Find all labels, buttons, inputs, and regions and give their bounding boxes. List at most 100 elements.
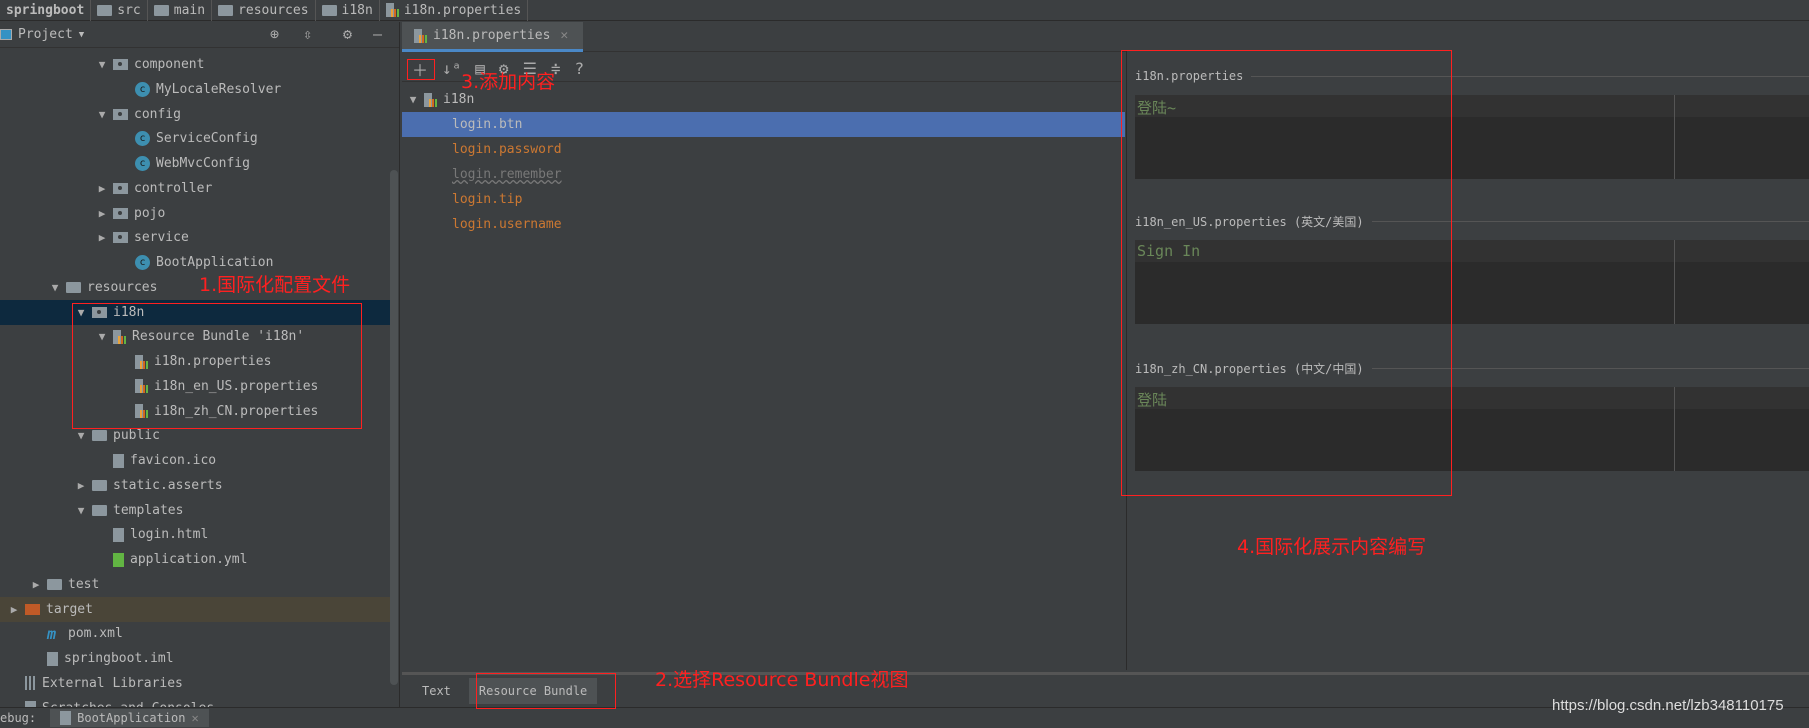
project-title[interactable]: Project	[18, 27, 73, 42]
collapsed-arrow-icon[interactable]: ▶	[95, 207, 109, 220]
tree-item[interactable]: m pom.xml	[0, 621, 392, 646]
annotation-box-files	[72, 303, 362, 429]
column-divider	[1674, 240, 1675, 324]
expanded-arrow-icon[interactable]: ▼	[48, 281, 62, 294]
file-icon	[47, 651, 58, 666]
tree-item-label: public	[113, 428, 160, 444]
debug-tab[interactable]: BootApplication ✕	[50, 709, 209, 727]
tree-item-label: BootApplication	[156, 255, 274, 270]
close-icon[interactable]: ✕	[192, 711, 199, 725]
properties-icon	[414, 28, 427, 43]
tree-item-label: static.asserts	[113, 477, 223, 493]
collapse-icon[interactable]: ⇳	[303, 25, 312, 43]
tree-item[interactable]: c ServiceConfig	[0, 126, 392, 151]
tree-item[interactable]: springboot.iml	[0, 646, 392, 671]
resources-folder-icon	[66, 281, 81, 293]
locate-icon[interactable]: ⊕	[270, 25, 279, 43]
debug-label: ebug:	[0, 711, 37, 725]
breadcrumb-item[interactable]: i18n.properties	[380, 0, 529, 21]
breadcrumb-item[interactable]: i18n	[316, 0, 380, 21]
tree-item[interactable]: ▶ service	[0, 225, 392, 250]
tree-item-label: test	[68, 576, 100, 592]
folder-icon	[321, 4, 337, 16]
tree-item[interactable]: application.yml	[0, 547, 392, 572]
tree-item[interactable]: ▼ templates	[0, 498, 392, 523]
tree-item[interactable]: ▼ config	[0, 102, 392, 127]
breadcrumb-label: i18n	[341, 2, 373, 18]
sort-alpha-icon[interactable]: ↓ᵃ	[442, 59, 461, 78]
bundle-key-list: ▼ i18n login.btn login.password login.reme…	[402, 87, 1125, 237]
tree-item[interactable]: ▶ pojo	[0, 201, 392, 226]
folder-icon	[218, 4, 234, 16]
tree-item[interactable]: ▶ target	[0, 596, 392, 622]
tree-item-label: application.yml	[130, 552, 248, 567]
breadcrumb-item[interactable]: src	[91, 0, 148, 21]
breadcrumb-item[interactable]: springboot	[0, 0, 92, 21]
tree-item[interactable]: c MyLocaleResolver	[0, 77, 392, 102]
tab-text[interactable]: Text	[412, 678, 461, 704]
watermark: https://blog.csdn.net/lzb348110175	[1552, 697, 1784, 714]
dropdown-icon[interactable]: ▼	[79, 30, 84, 40]
expanded-arrow-icon[interactable]: ▼	[95, 108, 109, 121]
collapsed-arrow-icon[interactable]: ▶	[7, 603, 21, 616]
tree-item[interactable]: ▶ test	[0, 572, 392, 597]
expanded-arrow-icon[interactable]: ▼	[74, 504, 88, 517]
collapsed-arrow-icon[interactable]: ▶	[95, 231, 109, 244]
folder-icon	[92, 430, 107, 442]
collapsed-arrow-icon[interactable]: ▶	[29, 578, 43, 591]
bundle-key[interactable]: login.username	[402, 212, 1125, 237]
tree-item[interactable]: ▼ component	[0, 52, 392, 77]
tree-item[interactable]: ▶ static.asserts	[0, 473, 392, 498]
package-icon	[113, 108, 128, 120]
expand-arrow-icon[interactable]: ▼	[406, 93, 420, 106]
package-icon	[113, 207, 128, 219]
column-divider	[1674, 95, 1675, 179]
annotation-box-values	[1121, 50, 1452, 496]
tab-i18n-properties[interactable]: i18n.properties ✕	[402, 22, 583, 52]
hide-icon[interactable]: —	[373, 25, 382, 43]
expanded-arrow-icon[interactable]: ▼	[95, 58, 109, 71]
bundle-key[interactable]: login.btn	[402, 112, 1125, 137]
help-icon[interactable]: ?	[575, 59, 585, 78]
tree-item[interactable]: favicon.ico	[0, 448, 392, 473]
excluded-folder-icon	[25, 603, 40, 615]
tree-item-label: favicon.ico	[130, 453, 217, 468]
annotation-4: 4.国际化展示内容编写	[1237, 536, 1427, 558]
expanded-arrow-icon[interactable]: ▼	[74, 429, 88, 442]
tree-item-label: WebMvcConfig	[156, 156, 250, 171]
breadcrumb-label: main	[173, 2, 206, 18]
tree-item-label: login.html	[130, 527, 209, 543]
tree-item-label: MyLocaleResolver	[156, 81, 282, 97]
bundle-name: i18n	[443, 92, 475, 107]
tree-item-label: ServiceConfig	[156, 131, 258, 147]
gear-icon[interactable]: ⚙	[343, 25, 352, 43]
tree-item-label: component	[134, 57, 205, 72]
close-icon[interactable]: ✕	[560, 28, 568, 43]
collapsed-arrow-icon[interactable]: ▶	[74, 479, 88, 492]
collapsed-arrow-icon[interactable]: ▶	[95, 182, 109, 195]
breadcrumb-item[interactable]: main	[148, 0, 213, 21]
tree-item[interactable]: External Libraries	[0, 671, 392, 696]
column-divider	[1674, 387, 1675, 471]
breadcrumb-item[interactable]: resources	[212, 0, 316, 21]
debug-bar: ebug: BootApplication ✕	[0, 707, 1809, 728]
tree-item[interactable]: c WebMvcConfig	[0, 151, 392, 176]
tree-item[interactable]: login.html	[0, 522, 392, 547]
tree-item-label: springboot.iml	[64, 651, 174, 666]
editor-tabbar: i18n.properties ✕	[402, 22, 1809, 52]
breadcrumb-label: i18n.properties	[403, 2, 522, 18]
file-icon	[113, 453, 124, 468]
tab-label: i18n.properties	[433, 28, 551, 43]
project-scrollbar[interactable]	[390, 170, 398, 685]
maven-icon: m	[47, 624, 57, 643]
annotation-3: 3.添加内容	[461, 71, 556, 93]
tree-item-label: pom.xml	[68, 626, 123, 642]
tree-item[interactable]: ▶ controller	[0, 176, 392, 201]
package-icon	[113, 232, 128, 244]
bundle-key[interactable]: login.password	[402, 137, 1125, 162]
bundle-key[interactable]: login.remember	[402, 162, 1125, 187]
bundle-key[interactable]: login.tip	[402, 187, 1125, 212]
properties-icon	[385, 3, 399, 17]
annotation-box-view	[476, 673, 616, 709]
html-icon	[113, 527, 124, 542]
